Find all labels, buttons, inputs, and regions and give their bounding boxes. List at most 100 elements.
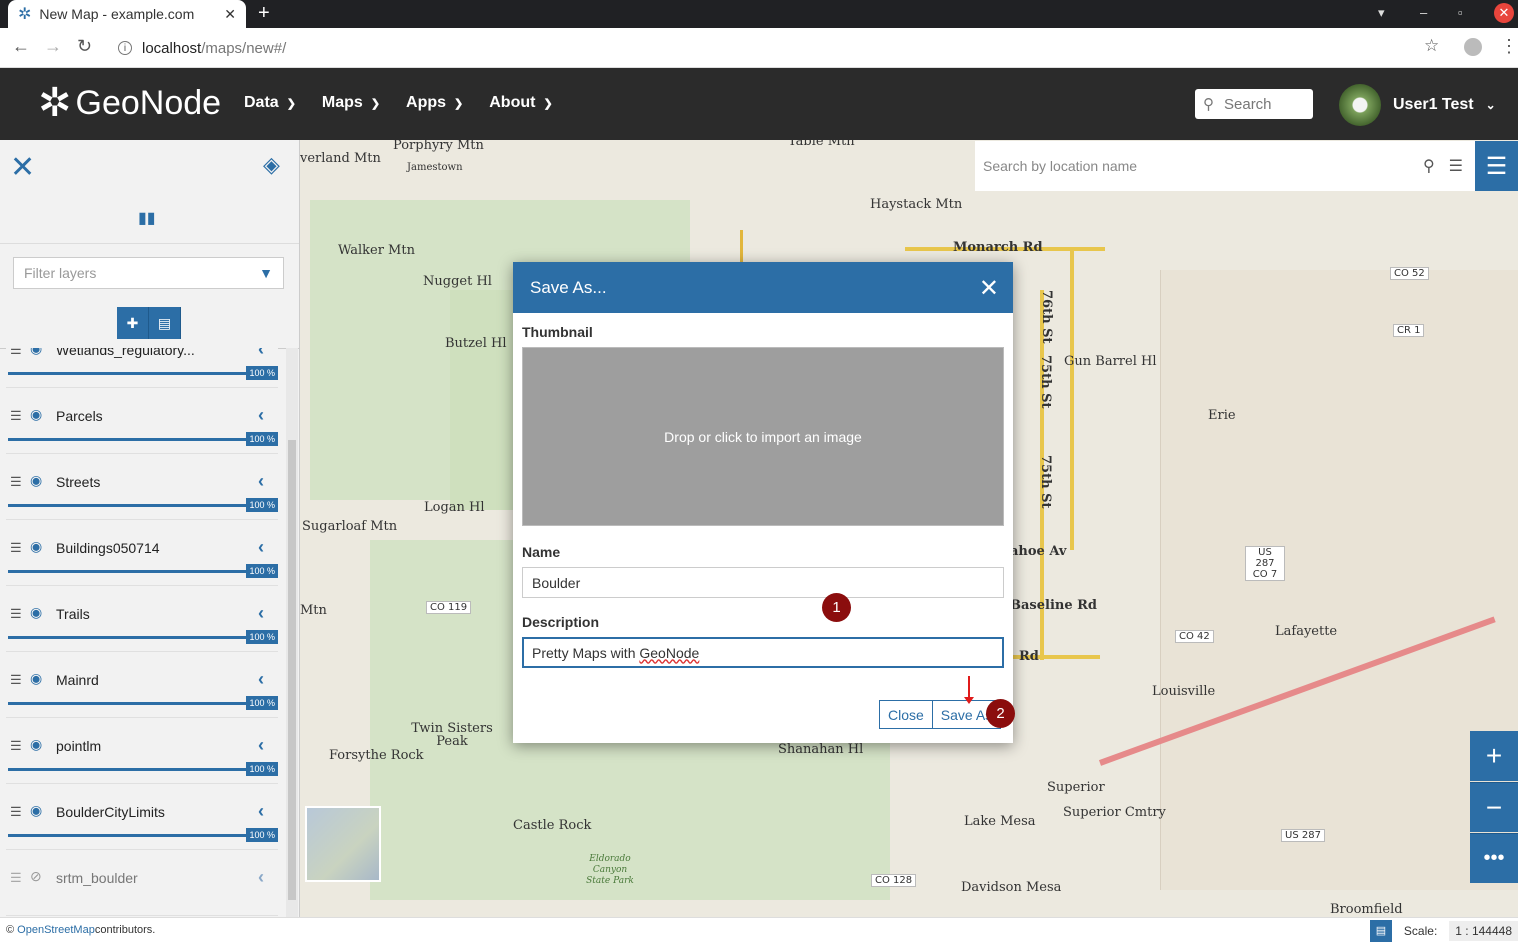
- layer-item[interactable]: ☰ ◉ Parcels ‹ 100 %: [6, 392, 278, 454]
- eye-icon[interactable]: ◉: [30, 348, 42, 357]
- map-label: Twin Sisters Peak: [411, 721, 493, 749]
- map-road: [1070, 250, 1074, 550]
- filter-layers-input[interactable]: Filter layers ▼: [13, 257, 284, 289]
- drag-handle-icon[interactable]: ☰: [10, 474, 22, 490]
- nav-data[interactable]: Data ❯: [244, 94, 296, 112]
- opacity-slider[interactable]: [8, 834, 248, 837]
- add-layer-icon[interactable]: ✚: [117, 307, 149, 339]
- zoom-in-button[interactable]: +: [1470, 731, 1518, 781]
- nav-maps[interactable]: Maps ❯: [322, 94, 380, 112]
- map-label: Sugarloaf Mtn: [302, 519, 398, 534]
- opacity-slider[interactable]: [8, 768, 248, 771]
- more-tools-button[interactable]: •••: [1470, 833, 1518, 883]
- opacity-slider[interactable]: [8, 702, 248, 705]
- chevron-left-icon[interactable]: ‹: [258, 735, 264, 756]
- layer-item[interactable]: ☰ ◉ Streets ‹ 100 %: [6, 458, 278, 520]
- profile-menu-icon[interactable]: ▾: [1378, 5, 1385, 21]
- description-field[interactable]: Pretty Maps with GeoNode: [522, 637, 1004, 668]
- eye-icon[interactable]: ◉: [30, 802, 42, 819]
- add-group-icon[interactable]: ▤: [149, 307, 181, 339]
- burger-menu-icon[interactable]: ☰: [1475, 141, 1518, 191]
- drag-handle-icon[interactable]: ☰: [10, 606, 22, 622]
- opacity-slider[interactable]: [8, 636, 248, 639]
- chevron-left-icon[interactable]: ‹: [258, 471, 264, 492]
- layer-item[interactable]: ☰ ◉ pointlm ‹ 100 %: [6, 722, 278, 784]
- drag-handle-icon[interactable]: ☰: [10, 672, 22, 688]
- scrollbar-thumb[interactable]: [288, 440, 296, 900]
- scale-select[interactable]: 1 : 144448: [1449, 920, 1518, 941]
- attribution-link[interactable]: OpenStreetMap: [17, 924, 95, 936]
- map-label: verland Mtn: [300, 151, 381, 166]
- map-label: Table Mtn: [788, 140, 855, 149]
- maximize-icon[interactable]: ▫: [1458, 5, 1463, 20]
- chevron-left-icon[interactable]: ‹: [258, 537, 264, 558]
- header-search-input[interactable]: ⚲ Search: [1195, 89, 1313, 119]
- opacity-slider[interactable]: [8, 504, 248, 507]
- geonode-logo[interactable]: ✲ GeoNode: [38, 80, 221, 126]
- eye-icon[interactable]: ◉: [30, 604, 42, 621]
- layer-item[interactable]: ☰ ◉ BoulderCityLimits ‹ 100 %: [6, 788, 278, 850]
- reload-icon[interactable]: ↻: [77, 36, 92, 57]
- chevron-left-icon[interactable]: ‹: [258, 603, 264, 624]
- eye-icon[interactable]: ◉: [30, 406, 42, 423]
- layer-item[interactable]: ☰ ◉ Trails ‹ 100 %: [6, 590, 278, 652]
- drag-handle-icon[interactable]: ☰: [10, 870, 22, 886]
- chevron-left-icon[interactable]: ‹: [258, 405, 264, 426]
- map-label: Superior: [1047, 780, 1105, 795]
- browser-tab[interactable]: ✲ New Map - example.com ✕: [8, 0, 246, 28]
- chevron-left-icon[interactable]: ‹: [258, 348, 264, 360]
- drag-handle-icon[interactable]: ☰: [10, 804, 22, 820]
- drag-handle-icon[interactable]: ☰: [10, 540, 22, 556]
- url-field[interactable]: i localhost/maps/new#/: [108, 34, 1448, 62]
- bookmark-star-icon[interactable]: ☆: [1424, 36, 1439, 56]
- search-icon[interactable]: ⚲: [1423, 156, 1435, 176]
- layer-settings-icon[interactable]: ▮▮: [138, 208, 156, 228]
- eye-icon[interactable]: ◉: [30, 670, 42, 687]
- layer-item[interactable]: ☰ ◉ Buildings050714 ‹ 100 %: [6, 524, 278, 586]
- layers-icon[interactable]: ◈: [263, 152, 280, 178]
- close-icon[interactable]: ✕: [10, 150, 35, 185]
- nav-about[interactable]: About ❯: [489, 94, 552, 112]
- name-field[interactable]: Boulder: [522, 567, 1004, 598]
- opacity-slider[interactable]: [8, 570, 248, 573]
- chevron-down-icon: ❯: [370, 97, 381, 110]
- forward-icon[interactable]: →: [44, 36, 62, 57]
- drag-handle-icon[interactable]: ☰: [10, 738, 22, 754]
- copyright-icon: ©: [6, 924, 18, 936]
- map-label: Logan Hl: [424, 500, 485, 515]
- chevron-left-icon[interactable]: ‹: [258, 669, 264, 690]
- nav-apps[interactable]: Apps ❯: [406, 94, 463, 112]
- back-icon[interactable]: ←: [12, 36, 30, 57]
- close-tab-icon[interactable]: ✕: [224, 6, 236, 23]
- background-selector-thumbnail[interactable]: [305, 806, 381, 882]
- drag-handle-icon[interactable]: ☰: [10, 348, 22, 358]
- new-tab-icon[interactable]: +: [258, 2, 270, 25]
- eye-hidden-icon[interactable]: ⊘: [30, 868, 42, 885]
- browser-menu-icon[interactable]: ⋮: [1500, 36, 1518, 57]
- opacity-slider[interactable]: [8, 372, 248, 375]
- drag-handle-icon[interactable]: ☰: [10, 408, 22, 424]
- eye-icon[interactable]: ◉: [30, 736, 42, 753]
- close-window-icon[interactable]: ✕: [1494, 3, 1514, 23]
- crs-selector-icon[interactable]: ▤: [1369, 919, 1392, 942]
- chevron-left-icon[interactable]: ‹: [258, 867, 264, 888]
- layer-item[interactable]: ☰ ◉ Wetlands_regulatory... ‹ 100 %: [6, 348, 278, 388]
- close-button[interactable]: Close: [879, 700, 933, 729]
- search-options-icon[interactable]: ☰: [1449, 156, 1463, 176]
- dropzone-text: Drop or click to import an image: [664, 428, 862, 445]
- eye-icon[interactable]: ◉: [30, 538, 42, 555]
- location-search-input[interactable]: Search by location name ⚲ ☰: [975, 141, 1475, 191]
- user-menu[interactable]: User1 Test ⌄: [1339, 84, 1496, 126]
- zoom-out-button[interactable]: −: [1470, 782, 1518, 832]
- eye-icon[interactable]: ◉: [30, 472, 42, 489]
- layer-item[interactable]: ☰ ◉ Mainrd ‹ 100 %: [6, 656, 278, 718]
- opacity-slider[interactable]: [8, 438, 248, 441]
- close-icon[interactable]: ✕: [979, 274, 999, 303]
- minimize-icon[interactable]: –: [1420, 5, 1427, 20]
- thumbnail-dropzone[interactable]: Drop or click to import an image: [522, 347, 1004, 526]
- chevron-left-icon[interactable]: ‹: [258, 801, 264, 822]
- site-info-icon[interactable]: i: [118, 41, 132, 55]
- opacity-value: 100 %: [246, 696, 278, 710]
- layer-item[interactable]: ☰ ⊘ srtm_boulder ‹: [6, 854, 278, 916]
- account-icon[interactable]: [1464, 38, 1482, 56]
